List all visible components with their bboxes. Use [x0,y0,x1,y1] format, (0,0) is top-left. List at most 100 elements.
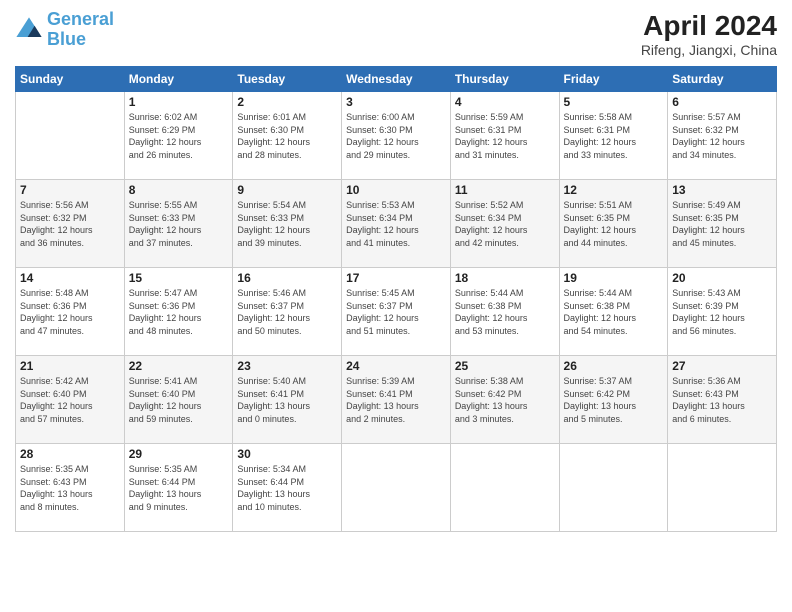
logo-text: GeneralBlue [47,10,114,50]
day-header-sunday: Sunday [16,67,125,92]
day-info: Sunrise: 6:00 AM Sunset: 6:30 PM Dayligh… [346,111,446,161]
calendar-table: SundayMondayTuesdayWednesdayThursdayFrid… [15,66,777,532]
calendar-cell: 26 Sunrise: 5:37 AM Sunset: 6:42 PM Dayli… [559,356,668,444]
day-info: Sunrise: 5:39 AM Sunset: 6:41 PM Dayligh… [346,375,446,425]
day-number: 11 [455,183,555,197]
day-info: Sunrise: 5:51 AM Sunset: 6:35 PM Dayligh… [564,199,664,249]
day-info: Sunrise: 5:57 AM Sunset: 6:32 PM Dayligh… [672,111,772,161]
calendar-cell: 20 Sunrise: 5:43 AM Sunset: 6:39 PM Dayli… [668,268,777,356]
calendar-cell [559,444,668,532]
calendar-cell: 1 Sunrise: 6:02 AM Sunset: 6:29 PM Daylig… [124,92,233,180]
calendar-cell: 24 Sunrise: 5:39 AM Sunset: 6:41 PM Dayli… [342,356,451,444]
day-info: Sunrise: 5:47 AM Sunset: 6:36 PM Dayligh… [129,287,229,337]
calendar-cell: 18 Sunrise: 5:44 AM Sunset: 6:38 PM Dayli… [450,268,559,356]
day-number: 19 [564,271,664,285]
day-info: Sunrise: 5:52 AM Sunset: 6:34 PM Dayligh… [455,199,555,249]
day-number: 7 [20,183,120,197]
day-info: Sunrise: 5:54 AM Sunset: 6:33 PM Dayligh… [237,199,337,249]
day-number: 26 [564,359,664,373]
calendar-week-1: 1 Sunrise: 6:02 AM Sunset: 6:29 PM Daylig… [16,92,777,180]
day-number: 20 [672,271,772,285]
day-number: 22 [129,359,229,373]
calendar-cell [342,444,451,532]
day-number: 17 [346,271,446,285]
calendar-cell: 19 Sunrise: 5:44 AM Sunset: 6:38 PM Dayli… [559,268,668,356]
day-info: Sunrise: 5:44 AM Sunset: 6:38 PM Dayligh… [564,287,664,337]
day-info: Sunrise: 5:37 AM Sunset: 6:42 PM Dayligh… [564,375,664,425]
calendar-header-row: SundayMondayTuesdayWednesdayThursdayFrid… [16,67,777,92]
day-info: Sunrise: 5:38 AM Sunset: 6:42 PM Dayligh… [455,375,555,425]
day-info: Sunrise: 5:53 AM Sunset: 6:34 PM Dayligh… [346,199,446,249]
calendar-cell: 23 Sunrise: 5:40 AM Sunset: 6:41 PM Dayli… [233,356,342,444]
day-number: 30 [237,447,337,461]
calendar-cell: 9 Sunrise: 5:54 AM Sunset: 6:33 PM Daylig… [233,180,342,268]
calendar-cell [668,444,777,532]
calendar-week-5: 28 Sunrise: 5:35 AM Sunset: 6:43 PM Dayli… [16,444,777,532]
day-number: 3 [346,95,446,109]
day-number: 8 [129,183,229,197]
day-info: Sunrise: 5:56 AM Sunset: 6:32 PM Dayligh… [20,199,120,249]
day-info: Sunrise: 6:02 AM Sunset: 6:29 PM Dayligh… [129,111,229,161]
calendar-cell: 4Sunrise: 5:59 AM Sunset: 6:31 PM Daylig… [450,92,559,180]
calendar-cell: 7 Sunrise: 5:56 AM Sunset: 6:32 PM Daylig… [16,180,125,268]
calendar-cell: 16 Sunrise: 5:46 AM Sunset: 6:37 PM Dayli… [233,268,342,356]
day-info: Sunrise: 5:45 AM Sunset: 6:37 PM Dayligh… [346,287,446,337]
day-info: Sunrise: 5:44 AM Sunset: 6:38 PM Dayligh… [455,287,555,337]
day-info: Sunrise: 5:59 AM Sunset: 6:31 PM Dayligh… [455,111,555,161]
day-number: 18 [455,271,555,285]
logo-general: General [47,9,114,29]
day-header-wednesday: Wednesday [342,67,451,92]
calendar-week-2: 7 Sunrise: 5:56 AM Sunset: 6:32 PM Daylig… [16,180,777,268]
calendar-cell: 11 Sunrise: 5:52 AM Sunset: 6:34 PM Dayli… [450,180,559,268]
calendar-cell: 3 Sunrise: 6:00 AM Sunset: 6:30 PM Daylig… [342,92,451,180]
day-header-thursday: Thursday [450,67,559,92]
calendar-cell: 21 Sunrise: 5:42 AM Sunset: 6:40 PM Dayli… [16,356,125,444]
day-number: 9 [237,183,337,197]
calendar-cell: 8 Sunrise: 5:55 AM Sunset: 6:33 PM Daylig… [124,180,233,268]
day-number: 13 [672,183,772,197]
header: GeneralBlue April 2024 Rifeng, Jiangxi, … [15,10,777,58]
day-info: Sunrise: 5:48 AM Sunset: 6:36 PM Dayligh… [20,287,120,337]
logo-blue: Blue [47,30,114,50]
day-number: 15 [129,271,229,285]
page: GeneralBlue April 2024 Rifeng, Jiangxi, … [0,0,792,612]
day-info: Sunrise: 5:43 AM Sunset: 6:39 PM Dayligh… [672,287,772,337]
calendar-cell: 14 Sunrise: 5:48 AM Sunset: 6:36 PM Dayli… [16,268,125,356]
day-number: 2 [237,95,337,109]
day-header-tuesday: Tuesday [233,67,342,92]
day-number: 1 [129,95,229,109]
calendar-cell: 22Sunrise: 5:41 AM Sunset: 6:40 PM Dayli… [124,356,233,444]
calendar-cell: 28 Sunrise: 5:35 AM Sunset: 6:43 PM Dayli… [16,444,125,532]
day-header-saturday: Saturday [668,67,777,92]
day-number: 5 [564,95,664,109]
day-header-friday: Friday [559,67,668,92]
day-info: Sunrise: 5:46 AM Sunset: 6:37 PM Dayligh… [237,287,337,337]
day-number: 28 [20,447,120,461]
day-number: 21 [20,359,120,373]
calendar-cell: 2Sunrise: 6:01 AM Sunset: 6:30 PM Daylig… [233,92,342,180]
day-header-monday: Monday [124,67,233,92]
calendar-cell: 5Sunrise: 5:58 AM Sunset: 6:31 PM Daylig… [559,92,668,180]
day-info: Sunrise: 5:55 AM Sunset: 6:33 PM Dayligh… [129,199,229,249]
day-number: 23 [237,359,337,373]
month-year: April 2024 [641,10,777,42]
calendar-cell: 6Sunrise: 5:57 AM Sunset: 6:32 PM Daylig… [668,92,777,180]
logo-icon [15,16,43,44]
day-info: Sunrise: 5:35 AM Sunset: 6:43 PM Dayligh… [20,463,120,513]
day-info: Sunrise: 5:35 AM Sunset: 6:44 PM Dayligh… [129,463,229,513]
day-info: Sunrise: 5:40 AM Sunset: 6:41 PM Dayligh… [237,375,337,425]
day-number: 24 [346,359,446,373]
calendar-week-3: 14 Sunrise: 5:48 AM Sunset: 6:36 PM Dayli… [16,268,777,356]
day-info: Sunrise: 5:42 AM Sunset: 6:40 PM Dayligh… [20,375,120,425]
day-number: 14 [20,271,120,285]
day-number: 16 [237,271,337,285]
day-info: Sunrise: 5:34 AM Sunset: 6:44 PM Dayligh… [237,463,337,513]
day-number: 27 [672,359,772,373]
day-number: 29 [129,447,229,461]
calendar-cell: 15 Sunrise: 5:47 AM Sunset: 6:36 PM Dayli… [124,268,233,356]
calendar-cell: 17 Sunrise: 5:45 AM Sunset: 6:37 PM Dayli… [342,268,451,356]
calendar-cell [16,92,125,180]
logo: GeneralBlue [15,10,114,50]
day-number: 25 [455,359,555,373]
calendar-cell: 30 Sunrise: 5:34 AM Sunset: 6:44 PM Dayli… [233,444,342,532]
